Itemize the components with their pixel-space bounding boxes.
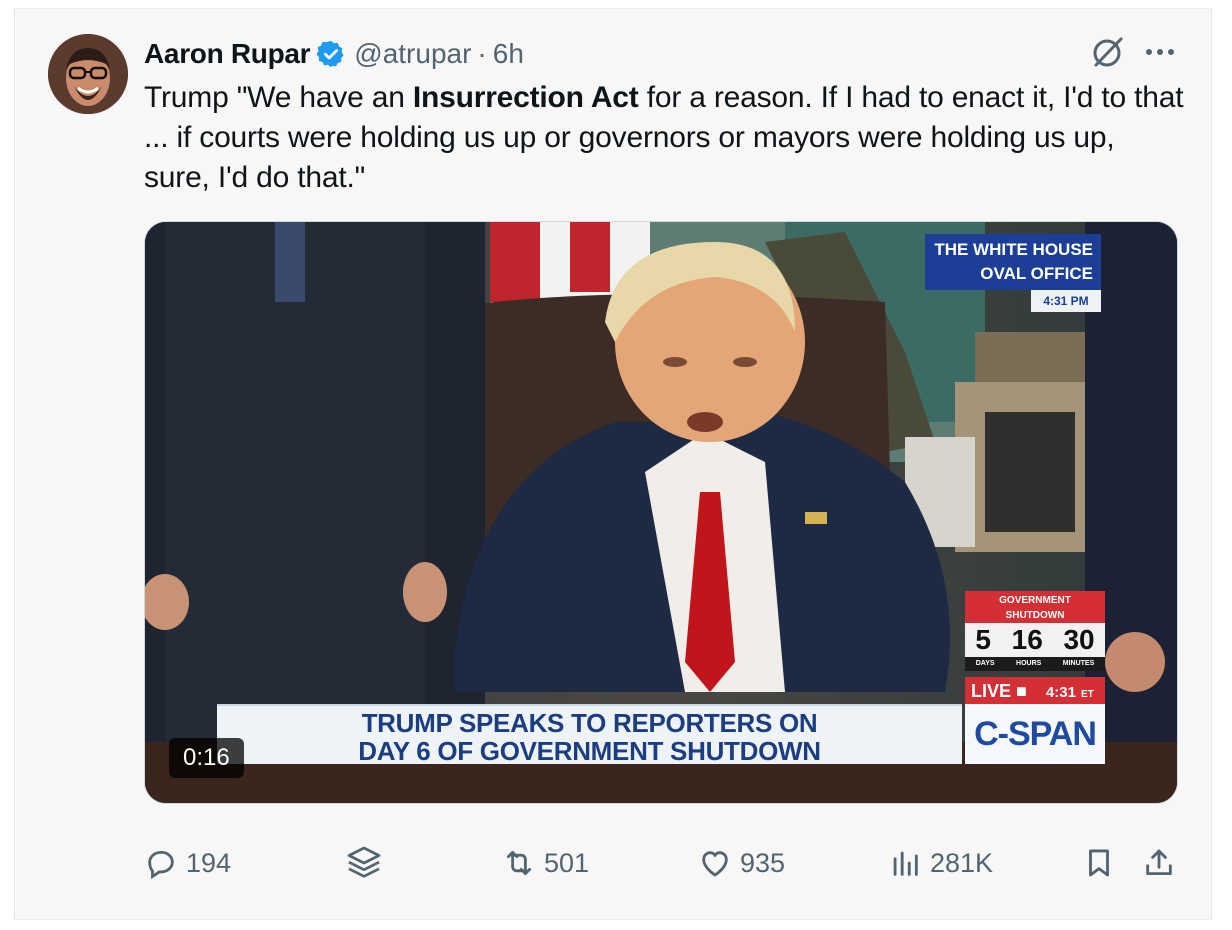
- share-icon: [1146, 849, 1172, 876]
- location-line2: OVAL OFFICE: [980, 264, 1093, 283]
- share-button[interactable]: [1142, 840, 1184, 886]
- shutdown-minutes: 30: [1063, 624, 1095, 655]
- live-timezone: ET: [1080, 689, 1094, 700]
- shutdown-hours: 16: [1011, 624, 1043, 655]
- chyron-line2: DAY 6 OF GOVERNMENT SHUTDOWN: [358, 736, 821, 766]
- grok-icon[interactable]: [1090, 34, 1126, 70]
- tweet-header: Aaron Rupar @atrupar · 6h: [144, 34, 524, 74]
- bookmark-button[interactable]: [1082, 840, 1124, 886]
- like-button[interactable]: 935: [698, 840, 785, 886]
- stack-button[interactable]: [344, 840, 392, 886]
- more-icon[interactable]: [1142, 38, 1178, 66]
- tweet-text-bold: Insurrection Act: [412, 81, 639, 114]
- network-logo: C-SPAN: [965, 704, 1105, 764]
- author-name[interactable]: Aaron Rupar: [144, 38, 311, 70]
- shutdown-title: GOVERNMENT SHUTDOWN: [965, 591, 1105, 623]
- location-line1: THE WHITE HOUSE: [934, 240, 1093, 259]
- shutdown-counter: GOVERNMENT SHUTDOWN 5 16 30 DAYS HOURS M…: [965, 591, 1105, 673]
- repost-count: 501: [544, 847, 590, 878]
- repost-icon: [506, 850, 532, 876]
- shutdown-title-line2: SHUTDOWN: [1005, 610, 1065, 621]
- like-count: 935: [740, 847, 786, 878]
- live-label: LIVE ■: [971, 681, 1027, 701]
- repost-button[interactable]: 501: [502, 840, 589, 886]
- reply-count: 194: [186, 847, 232, 878]
- chyron-line1: TRUMP SPEAKS TO REPORTERS ON: [361, 708, 818, 738]
- shutdown-days: 5: [975, 624, 991, 655]
- location-graphic: THE WHITE HOUSE OVAL OFFICE: [925, 234, 1101, 290]
- like-icon: [702, 851, 728, 877]
- unit-hours: HOURS: [1016, 660, 1042, 667]
- separator-dot: ·: [477, 38, 487, 69]
- live-indicator: LIVE ■ 4:31 ET: [965, 677, 1105, 705]
- shutdown-digits: 5 16 30: [965, 623, 1105, 657]
- shutdown-units: DAYS HOURS MINUTES: [965, 657, 1105, 671]
- bookmark-icon: [1089, 849, 1109, 877]
- reply-icon: [148, 850, 174, 880]
- location-time: 4:31 PM: [1031, 290, 1101, 312]
- verified-badge-icon[interactable]: [316, 39, 346, 69]
- shutdown-title-line1: GOVERNMENT: [999, 595, 1071, 606]
- views-icon: [893, 851, 918, 876]
- avatar[interactable]: [48, 34, 128, 114]
- action-bar: 194 501 935 281K: [0, 840, 1198, 890]
- live-time: 4:31: [1045, 684, 1076, 701]
- stack-icon: [347, 846, 381, 878]
- news-chyron: TRUMP SPEAKS TO REPORTERS ON DAY 6 OF GO…: [217, 704, 962, 766]
- tweet-text: Trump "We have an Insurrection Act for a…: [144, 78, 1184, 198]
- video-player[interactable]: THE WHITE HOUSE OVAL OFFICE 4:31 PM GOVE…: [144, 221, 1178, 804]
- video-duration: 0:16: [169, 738, 244, 778]
- reply-button[interactable]: 194: [144, 840, 231, 886]
- author-handle[interactable]: @atrupar: [354, 38, 471, 70]
- unit-minutes: MINUTES: [1062, 660, 1095, 667]
- unit-days: DAYS: [975, 660, 995, 667]
- view-count: 281K: [930, 847, 994, 878]
- views-button[interactable]: 281K: [888, 840, 993, 886]
- tweet-time[interactable]: 6h: [493, 38, 524, 70]
- tweet-text-part: Trump "We have an: [144, 81, 413, 114]
